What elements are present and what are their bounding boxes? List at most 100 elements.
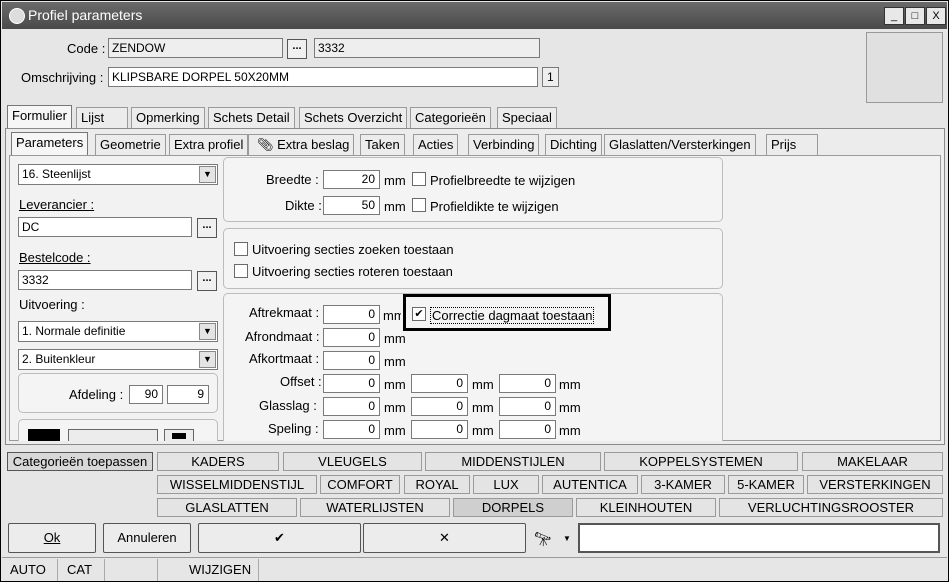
secties-roteren-label: Uitvoering secties roteren toestaan — [252, 264, 453, 279]
category-comfort[interactable]: COMFORT — [320, 475, 400, 494]
category-glaslatten[interactable]: GLASLATTEN — [157, 498, 297, 517]
tab-lijst[interactable]: Lijst — [76, 107, 128, 129]
category-versterkingen[interactable]: VERSTERKINGEN — [807, 475, 943, 494]
leverancier-lookup-button[interactable]: ... — [197, 218, 217, 238]
tab-formulier[interactable]: Formulier — [7, 105, 72, 129]
color-button[interactable] — [68, 429, 158, 441]
tab-glaslatten[interactable]: Glaslatten/Versterkingen — [604, 134, 756, 156]
category-autentica[interactable]: AUTENTICA — [542, 475, 638, 494]
profieldikte-checkbox[interactable] — [412, 198, 426, 212]
binoculars-icon[interactable]: 🔭︎ — [530, 527, 556, 551]
speling-unit-2: mm — [472, 423, 494, 438]
tab-geometrie[interactable]: Geometrie — [95, 134, 166, 156]
search-dropdown-arrow-icon[interactable]: ▼ — [560, 527, 574, 551]
tab-dichting[interactable]: Dichting — [545, 134, 602, 156]
color-picker-button[interactable] — [164, 429, 194, 441]
tab-verbinding[interactable]: Verbinding — [468, 134, 540, 156]
speling-field-2[interactable]: 0 — [411, 420, 468, 439]
code-label: Code : — [67, 41, 106, 56]
category-5-kamer[interactable]: 5-KAMER — [728, 475, 804, 494]
afkortmaat-label: Afkortmaat : — [249, 351, 320, 366]
offset-field-1[interactable]: 0 — [323, 374, 380, 393]
uitvoering-select-1[interactable]: 1. Normale definitie ▼ — [18, 321, 218, 342]
category-lux[interactable]: LUX — [473, 475, 539, 494]
omschrijving-field[interactable]: KLIPSBARE DORPEL 50X20MM — [108, 67, 538, 87]
leverancier-label: Leverancier : — [19, 197, 95, 212]
afdeling-field-2[interactable]: 9 — [167, 385, 209, 404]
categorieen-toepassen-button[interactable]: Categorieën toepassen — [7, 452, 153, 471]
afdeling-label: Afdeling : — [69, 387, 124, 402]
close-button[interactable]: X — [926, 7, 946, 25]
afrondmaat-unit: mm — [384, 331, 406, 346]
category-middenstijlen[interactable]: MIDDENSTIJLEN — [425, 452, 601, 471]
bestelcode-label: Bestelcode : — [19, 250, 91, 265]
status-divider — [2, 557, 947, 558]
code-field[interactable]: ZENDOW — [108, 38, 283, 58]
correctie-checkbox[interactable]: ✔ — [412, 307, 426, 321]
code-number-field[interactable]: 3332 — [314, 38, 540, 58]
discard-button[interactable]: ✕ — [363, 523, 526, 553]
tab-schets-overzicht[interactable]: Schets Overzicht — [299, 107, 408, 129]
lijst-select[interactable]: 16. Steenlijst ▼ — [18, 164, 218, 185]
tab-extra-profiel[interactable]: Extra profiel — [169, 134, 249, 156]
offset-field-3[interactable]: 0 — [499, 374, 556, 393]
afrondmaat-field[interactable]: 0 — [323, 328, 380, 347]
secties-zoeken-label: Uitvoering secties zoeken toestaan — [252, 242, 454, 257]
tab-parameters[interactable]: Parameters — [11, 132, 89, 156]
tab-taken[interactable]: Taken — [360, 134, 405, 156]
bestelcode-lookup-button[interactable]: ... — [197, 271, 217, 291]
dikte-field[interactable]: 50 — [323, 196, 380, 215]
profile-image-box — [866, 32, 943, 103]
color-swatch[interactable] — [28, 429, 60, 441]
category-kleinhouten[interactable]: KLEINHOUTEN — [576, 498, 716, 517]
afkortmaat-field[interactable]: 0 — [323, 351, 380, 370]
category-makelaar[interactable]: MAKELAAR — [802, 452, 943, 471]
breedte-field[interactable]: 20 — [323, 170, 380, 189]
uitvoering-select-2-value: 2. Buitenkleur — [22, 352, 96, 366]
omschrijving-count: 1 — [542, 67, 559, 87]
profiel-window: Profiel parameters _ □ X Code : ZENDOW .… — [0, 0, 949, 582]
category-vleugels[interactable]: VLEUGELS — [283, 452, 422, 471]
tab-categorieen[interactable]: Categorieën — [410, 107, 491, 129]
breedte-label: Breedte : — [266, 172, 319, 187]
category-3-kamer[interactable]: 3-KAMER — [641, 475, 725, 494]
category-royal[interactable]: ROYAL — [404, 475, 470, 494]
category-verluchtingsrooster[interactable]: VERLUCHTINGSROOSTER — [719, 498, 943, 517]
search-input[interactable] — [578, 523, 940, 553]
tab-opmerking[interactable]: Opmerking — [131, 107, 205, 129]
tab-extra-beslag[interactable]: 📎︎ Extra beslag — [248, 134, 355, 156]
secties-zoeken-checkbox[interactable] — [234, 242, 248, 256]
category-wisselmiddenstijl[interactable]: WISSELMIDDENSTIJL — [157, 475, 317, 494]
title-bar[interactable]: Profiel parameters _ □ X — [2, 2, 947, 29]
confirm-button[interactable]: ✔ — [198, 523, 361, 553]
category-waterlijsten[interactable]: WATERLIJSTEN — [300, 498, 450, 517]
window-title: Profiel parameters — [28, 7, 143, 23]
category-dorpels[interactable]: DORPELS — [453, 498, 573, 517]
secties-roteren-checkbox[interactable] — [234, 264, 248, 278]
tab-acties[interactable]: Acties — [413, 134, 459, 156]
tab-speciaal[interactable]: Speciaal — [497, 107, 557, 129]
offset-unit-1: mm — [384, 377, 406, 392]
aftrekmaat-field[interactable]: 0 — [323, 305, 380, 324]
code-lookup-button[interactable]: ... — [287, 39, 307, 59]
glasslag-field-3[interactable]: 0 — [499, 397, 556, 416]
bestelcode-field[interactable]: 3332 — [18, 270, 192, 290]
afdeling-field-1[interactable]: 90 — [129, 385, 163, 404]
annuleren-button[interactable]: Annuleren — [103, 523, 191, 553]
uitvoering-select-2[interactable]: 2. Buitenkleur ▼ — [18, 349, 218, 370]
glasslag-field-1[interactable]: 0 — [323, 397, 380, 416]
offset-field-2[interactable]: 0 — [411, 374, 468, 393]
maximize-button[interactable]: □ — [905, 7, 925, 25]
tab-schets-detail[interactable]: Schets Detail — [208, 107, 295, 129]
speling-field-1[interactable]: 0 — [323, 420, 380, 439]
speling-field-3[interactable]: 0 — [499, 420, 556, 439]
glasslag-field-2[interactable]: 0 — [411, 397, 468, 416]
ok-button[interactable]: Ok — [8, 523, 96, 553]
tab-prijs[interactable]: Prijs — [766, 134, 818, 156]
minimize-button[interactable]: _ — [884, 7, 904, 25]
correctie-label: Correctie dagmaat toestaan — [430, 307, 595, 324]
profielbreedte-checkbox[interactable] — [412, 172, 426, 186]
category-kaders[interactable]: KADERS — [157, 452, 279, 471]
category-koppelsystemen[interactable]: KOPPELSYSTEMEN — [604, 452, 798, 471]
leverancier-field[interactable]: DC — [18, 217, 192, 237]
